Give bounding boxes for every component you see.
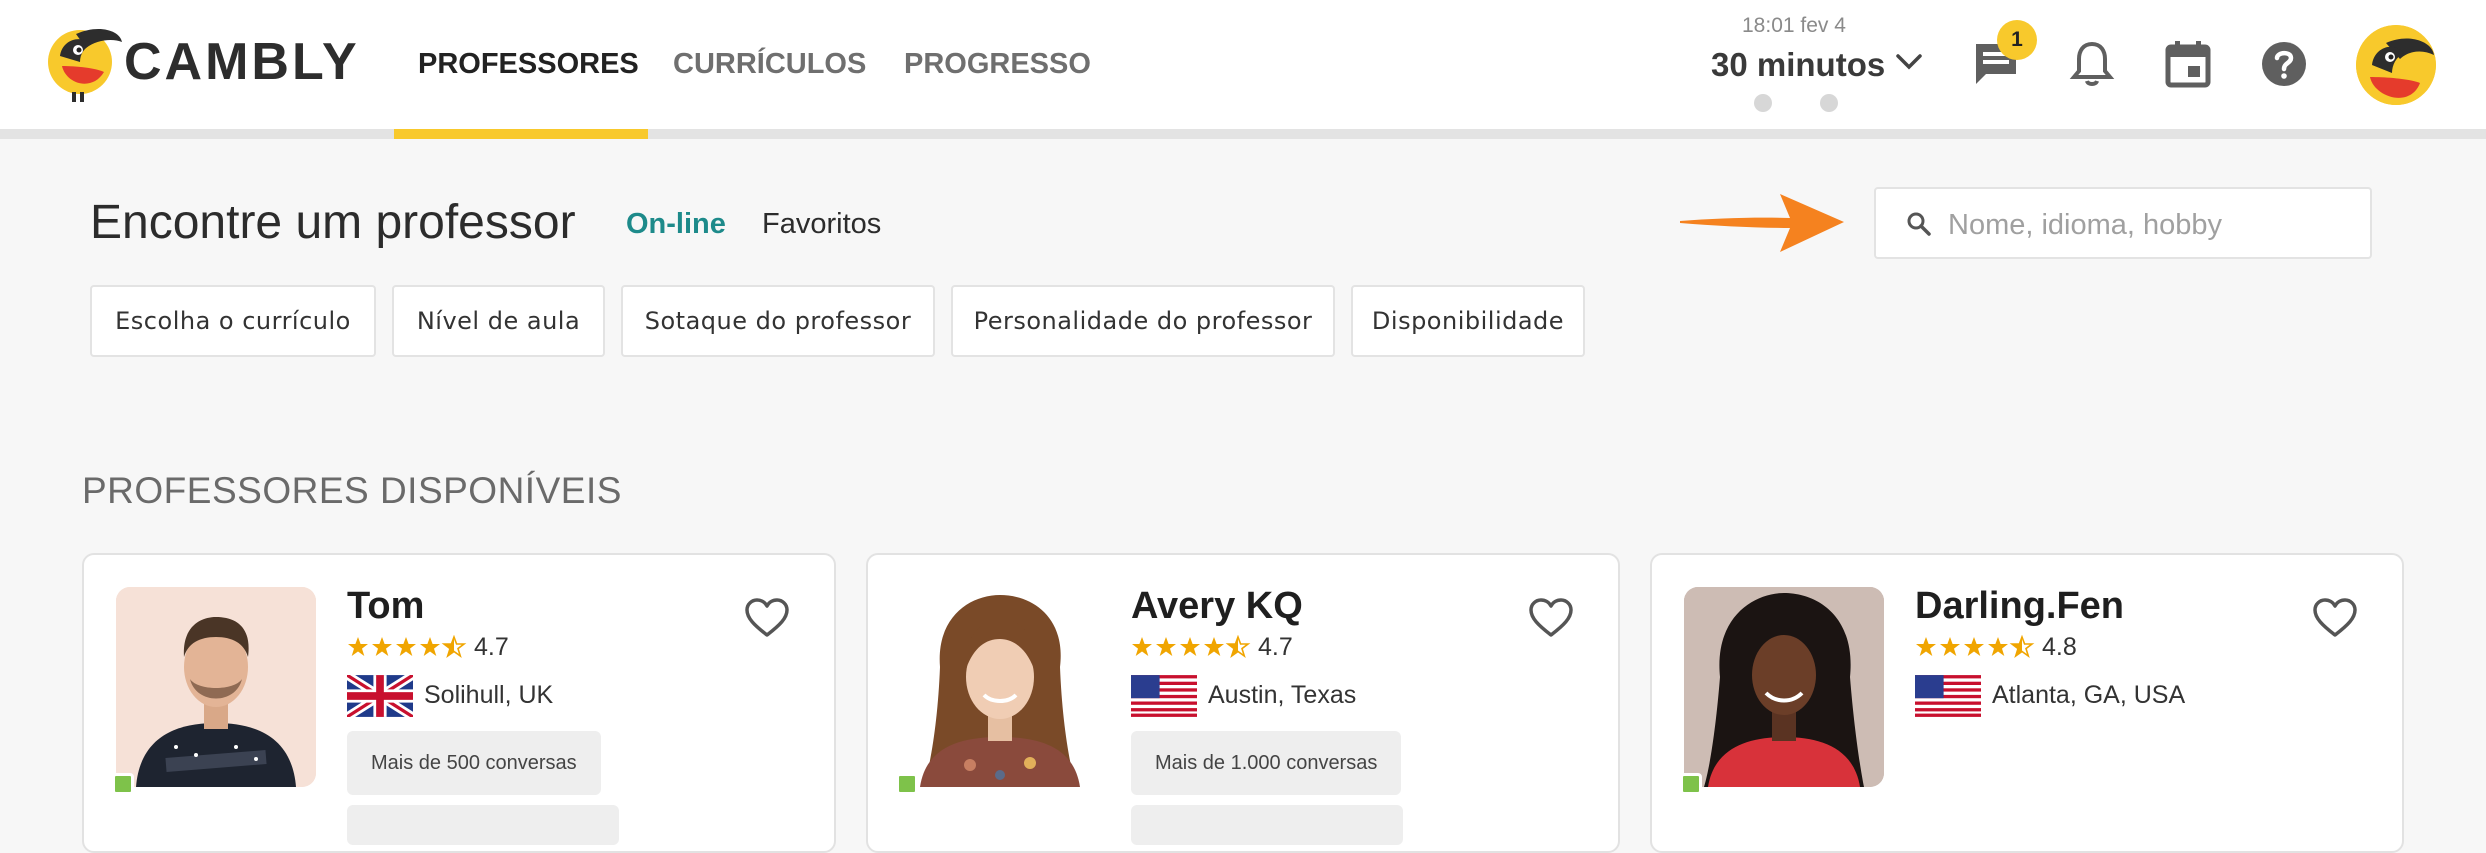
- online-status-indicator: [112, 773, 134, 795]
- teacher-photo: [1684, 587, 1884, 787]
- teacher-location: Austin, Texas: [1208, 681, 1357, 709]
- favorite-heart-icon[interactable]: [1528, 597, 1574, 639]
- favorite-heart-icon[interactable]: [744, 597, 790, 639]
- filter-personality-button[interactable]: Personalidade do professor: [951, 285, 1335, 357]
- messages-badge: 1: [1997, 20, 2037, 60]
- conversations-badge: Mais de 500 conversas: [347, 731, 601, 795]
- filter-curriculum-button[interactable]: Escolha o currículo: [90, 285, 376, 357]
- nav-progresso[interactable]: PROGRESSO: [904, 48, 1091, 81]
- teacher-name[interactable]: Tom: [347, 585, 424, 628]
- orange-arrow-annotation: [1680, 194, 1844, 252]
- rating-stars-icon: [348, 635, 467, 659]
- us-flag-icon: [1915, 675, 1981, 717]
- session-duration[interactable]: 30 minutos: [1711, 46, 1885, 84]
- available-teachers-heading: PROFESSORES DISPONÍVEIS: [82, 470, 622, 511]
- nav-curriculos[interactable]: CURRÍCULOS: [673, 48, 866, 81]
- cambly-logo[interactable]: CAMBLY: [46, 20, 357, 104]
- filter-accent-button[interactable]: Sotaque do professor: [621, 285, 935, 357]
- teacher-location: Solihull, UK: [424, 681, 554, 709]
- teacher-rating: 4.7: [474, 633, 509, 661]
- us-flag-icon: [1131, 675, 1197, 717]
- favorite-heart-icon[interactable]: [2312, 597, 2358, 639]
- bell-icon[interactable]: [2066, 38, 2118, 90]
- filter-availability-button[interactable]: Disponibilidade: [1351, 285, 1585, 357]
- top-header: CAMBLY PROFESSORES CURRÍCULOS PROGRESSO …: [0, 0, 2486, 130]
- teacher-tag-badge: [1131, 805, 1403, 845]
- toucan-avatar-icon: [2356, 25, 2436, 105]
- rating-stars-icon: [1916, 635, 2035, 659]
- user-avatar[interactable]: [2356, 25, 2436, 105]
- teacher-rating: 4.8: [2042, 633, 2077, 661]
- teacher-photo: [900, 587, 1100, 787]
- page-title: Encontre um professor: [90, 196, 576, 249]
- tab-favorites[interactable]: Favoritos: [762, 208, 881, 241]
- filter-level-button[interactable]: Nível de aula: [392, 285, 605, 357]
- teacher-name[interactable]: Avery KQ: [1131, 585, 1303, 628]
- uk-flag-icon: [347, 675, 413, 717]
- brand-name: CAMBLY: [124, 33, 360, 91]
- help-icon[interactable]: [2258, 38, 2310, 90]
- teacher-portrait-icon: [900, 587, 1100, 787]
- carousel-dot[interactable]: [1820, 94, 1838, 112]
- carousel-dot[interactable]: [1754, 94, 1772, 112]
- teacher-photo: [116, 587, 316, 787]
- tab-online[interactable]: On-line: [626, 208, 726, 241]
- search-box[interactable]: [1874, 187, 2372, 259]
- teacher-location: Atlanta, GA, USA: [1992, 681, 2186, 709]
- teacher-card[interactable]: Tom 4.7 Solihull, UK Mais de 500 convers…: [82, 553, 836, 853]
- teacher-portrait-icon: [116, 587, 316, 787]
- teacher-name[interactable]: Darling.Fen: [1915, 585, 2124, 628]
- nav-professores[interactable]: PROFESSORES: [418, 48, 639, 81]
- search-icon: [1907, 212, 1931, 236]
- session-time: 18:01 fev 4: [1742, 14, 1846, 37]
- header-divider: [0, 129, 2486, 139]
- teacher-rating: 4.7: [1258, 633, 1293, 661]
- teacher-card[interactable]: Darling.Fen 4.8 Atlanta, GA, USA: [1650, 553, 2404, 853]
- teacher-card[interactable]: Avery KQ 4.7 Austin, Texas Mais de 1.000…: [866, 553, 1620, 853]
- search-input[interactable]: [1946, 203, 2360, 247]
- toucan-logo-icon: [48, 28, 122, 102]
- online-status-indicator: [1680, 773, 1702, 795]
- online-status-indicator: [896, 773, 918, 795]
- conversations-badge: Mais de 1.000 conversas: [1131, 731, 1402, 795]
- teacher-tag-badge: [347, 805, 619, 845]
- calendar-icon[interactable]: [2162, 38, 2214, 90]
- rating-stars-icon: [1132, 635, 1251, 659]
- active-nav-indicator: [394, 129, 648, 139]
- chevron-down-icon[interactable]: [1893, 50, 1925, 74]
- teacher-portrait-icon: [1684, 587, 1884, 787]
